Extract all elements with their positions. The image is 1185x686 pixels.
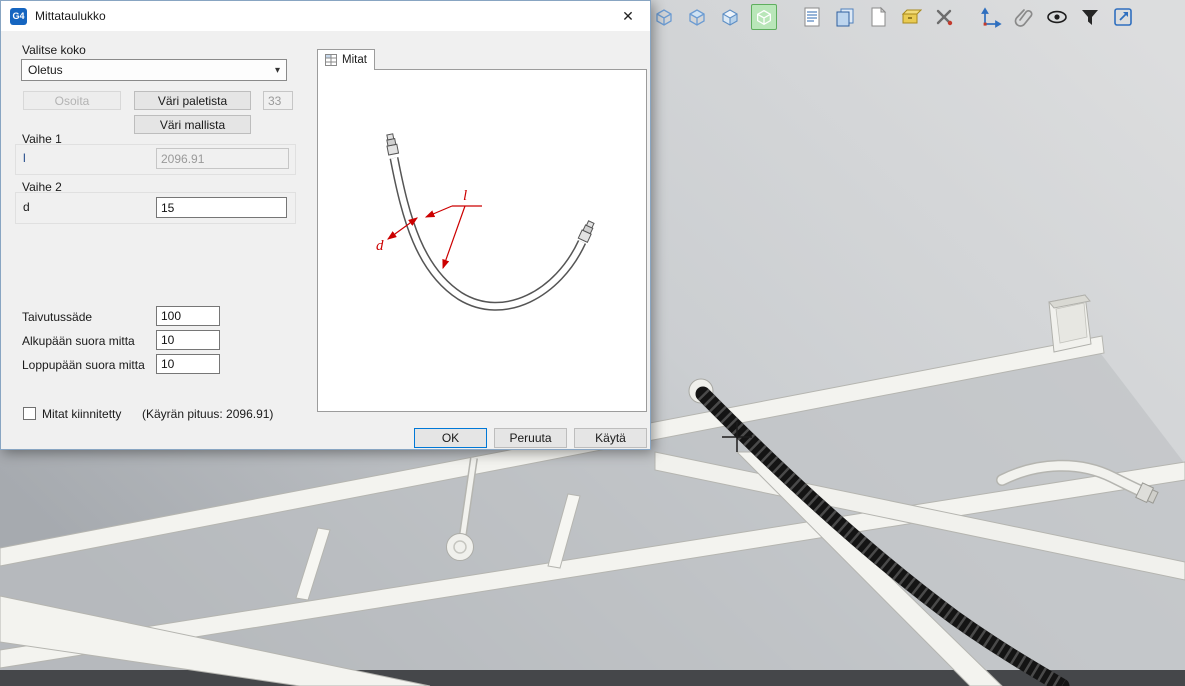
- app-icon: G4: [10, 8, 27, 25]
- mitat-kiinnitetty-label: Mitat kiinnitetty: [42, 407, 121, 421]
- axes-icon[interactable]: [979, 5, 1003, 29]
- size-dropdown-value: Oletus: [28, 63, 63, 77]
- sheets-copy-glyph: [834, 6, 856, 28]
- loppupaa-label: Loppupään suora mitta: [22, 358, 145, 372]
- dimension-d-label: d: [376, 238, 384, 254]
- filter-icon[interactable]: [1078, 5, 1102, 29]
- kayran-pituus-note: (Käyrän pituus: 2096.91): [142, 407, 273, 421]
- hose-fitting-right: [578, 220, 596, 242]
- document-list-glyph: [801, 6, 823, 28]
- eye-icon[interactable]: [1045, 5, 1069, 29]
- drawer-glyph: [900, 6, 922, 28]
- hose-fitting-left: [385, 133, 399, 155]
- taivutussade-label: Taivutussäde: [22, 310, 92, 324]
- paperclip-glyph: [1013, 6, 1035, 28]
- cube-shaded-icon[interactable]: [685, 5, 709, 29]
- vari-paletista-button[interactable]: Väri paletista: [134, 91, 251, 110]
- preview-panel: l d: [317, 69, 647, 412]
- taivutussade-field[interactable]: [156, 306, 220, 326]
- paperclip-icon[interactable]: [1012, 5, 1036, 29]
- cube-green-glyph: [754, 7, 774, 27]
- peruuta-button[interactable]: Peruuta: [494, 428, 567, 448]
- tab-mitat-label: Mitat: [342, 54, 367, 66]
- delete-x-icon[interactable]: [932, 5, 956, 29]
- export-window-glyph: [1112, 6, 1134, 28]
- cube-solid-icon[interactable]: [718, 5, 742, 29]
- cube-wireframe-glyph: [653, 6, 675, 28]
- export-window-icon[interactable]: [1111, 5, 1135, 29]
- mitat-kiinnitetty-checkbox[interactable]: [23, 407, 36, 420]
- page-curl-icon[interactable]: [866, 5, 890, 29]
- d-label: d: [23, 200, 30, 214]
- dialog-titlebar[interactable]: G4 Mittataulukko ✕: [1, 1, 650, 31]
- chevron-down-icon: ▾: [275, 65, 280, 76]
- cube-green-icon[interactable]: [751, 4, 777, 30]
- osoita-button: Osoita: [23, 91, 121, 110]
- alkupaa-label: Alkupään suora mitta: [22, 334, 135, 348]
- l-field: [156, 148, 289, 169]
- cube-wireframe-icon[interactable]: [652, 5, 676, 29]
- l-label: l: [23, 151, 26, 165]
- dimension-l: l: [426, 188, 482, 268]
- ok-button[interactable]: OK: [414, 428, 487, 448]
- axes-glyph: [980, 6, 1002, 28]
- d-field[interactable]: [156, 197, 287, 218]
- table-icon: [325, 54, 337, 66]
- page-curl-glyph: [867, 6, 889, 28]
- mittataulukko-dialog: G4 Mittataulukko ✕ Valitse koko Oletus ▾…: [0, 0, 651, 450]
- sheets-copy-icon[interactable]: [833, 5, 857, 29]
- eye-glyph: [1045, 5, 1069, 29]
- kayta-button[interactable]: Käytä: [574, 428, 647, 448]
- delete-x-glyph: [933, 6, 955, 28]
- main-toolbar: [652, 4, 1135, 30]
- palette-number-field: [263, 91, 293, 110]
- valitse-koko-label: Valitse koko: [22, 43, 86, 57]
- loppupaa-field[interactable]: [156, 354, 220, 374]
- hose-curve: [394, 158, 582, 306]
- cube-solid-glyph: [719, 6, 741, 28]
- size-dropdown[interactable]: Oletus ▾: [21, 59, 287, 81]
- cube-shaded-glyph: [686, 6, 708, 28]
- document-list-icon[interactable]: [800, 5, 824, 29]
- dimension-l-label: l: [463, 188, 467, 204]
- alkupaa-field[interactable]: [156, 330, 220, 350]
- dialog-title: Mittataulukko: [35, 9, 106, 23]
- hose-preview-drawing: l d: [318, 70, 646, 411]
- vari-mallista-button[interactable]: Väri mallista: [134, 115, 251, 134]
- filter-glyph: [1079, 6, 1101, 28]
- close-button[interactable]: ✕: [610, 2, 646, 30]
- tab-mitat[interactable]: Mitat: [317, 49, 375, 70]
- drawer-icon[interactable]: [899, 5, 923, 29]
